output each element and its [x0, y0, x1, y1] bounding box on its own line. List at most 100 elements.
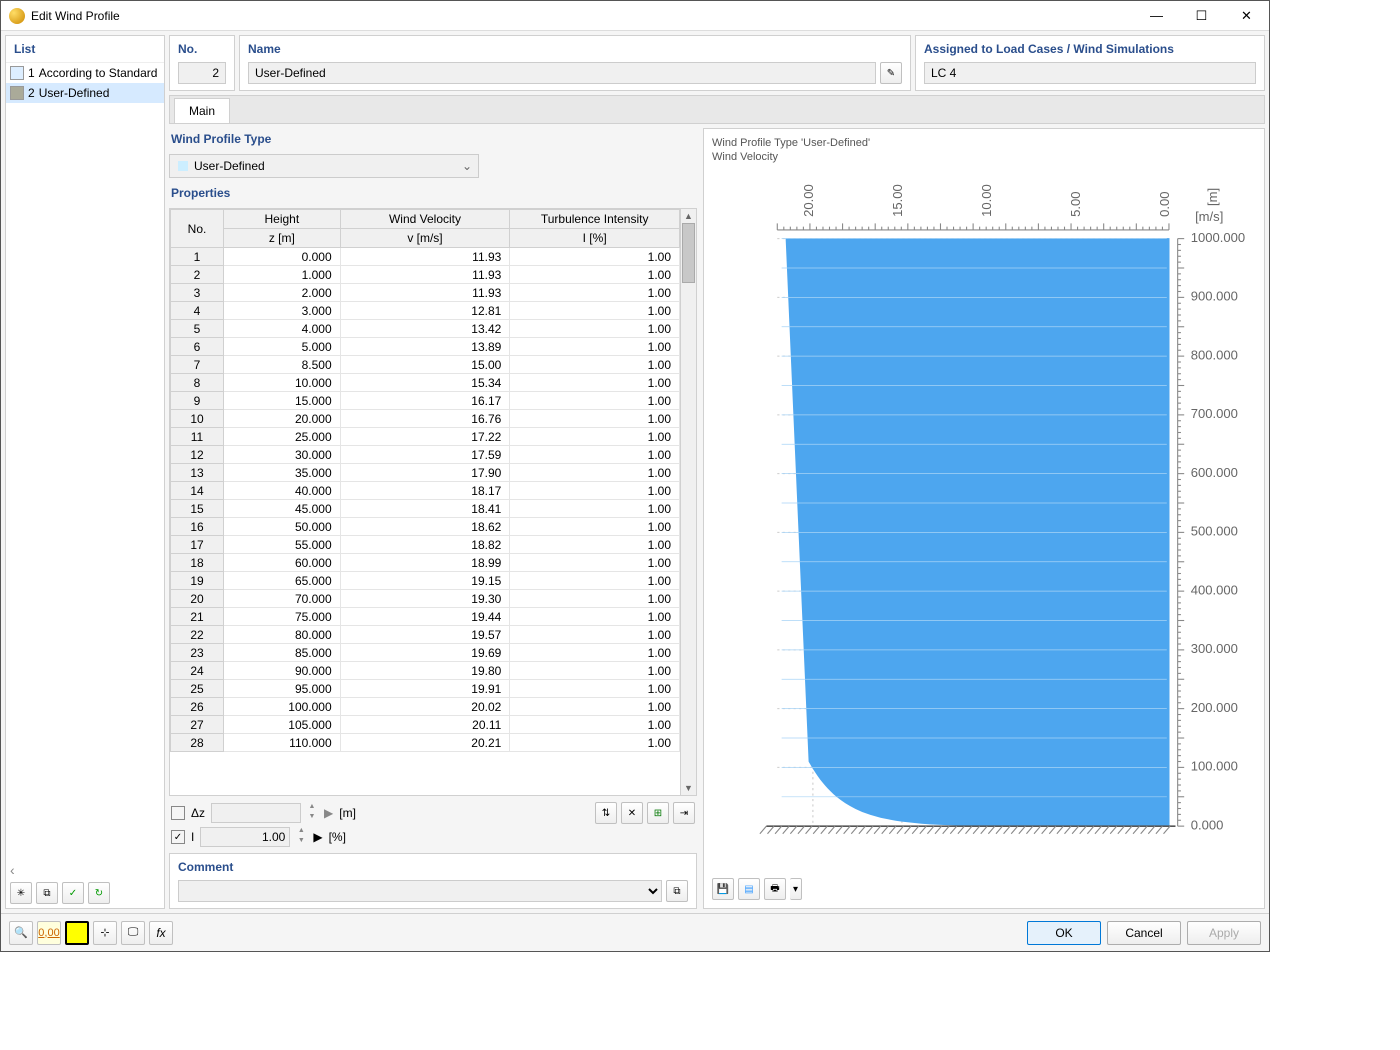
table-row[interactable]: 1650.00018.621.00 — [171, 518, 680, 536]
table-row[interactable]: 32.00011.931.00 — [171, 284, 680, 302]
tab-bar: Main — [169, 95, 1265, 124]
table-row[interactable]: 2385.00019.691.00 — [171, 644, 680, 662]
chart-view-button[interactable]: ▤ — [738, 878, 760, 900]
help-button[interactable]: 🔍 — [9, 921, 33, 945]
tab-main[interactable]: Main — [174, 98, 230, 123]
apply-button[interactable]: Apply — [1187, 921, 1261, 945]
units-button[interactable]: 0,00 — [37, 921, 61, 945]
table-row[interactable]: 27105.00020.111.00 — [171, 716, 680, 734]
chart-title: Wind Profile Type 'User-Defined' — [712, 137, 1256, 149]
table-row[interactable]: 2070.00019.301.00 — [171, 590, 680, 608]
axes-button[interactable]: ⊹ — [93, 921, 117, 945]
table-row[interactable]: 21.00011.931.00 — [171, 266, 680, 284]
table-row[interactable]: 2175.00019.441.00 — [171, 608, 680, 626]
table-row[interactable]: 1020.00016.761.00 — [171, 410, 680, 428]
table-row[interactable]: 1860.00018.991.00 — [171, 554, 680, 572]
table-row[interactable]: 915.00016.171.00 — [171, 392, 680, 410]
svg-text:700.000: 700.000 — [1191, 406, 1238, 421]
properties-table[interactable]: No. Height Wind Velocity Turbulence Inte… — [170, 209, 680, 795]
svg-text:200.000: 200.000 — [1191, 700, 1238, 715]
excel-export-button[interactable]: ⊞ — [647, 802, 669, 824]
no-label: No. — [178, 42, 226, 56]
col-velocity[interactable]: Wind Velocity — [340, 210, 510, 229]
new-item-button[interactable]: ✳ — [10, 882, 32, 904]
wptype-combo[interactable]: User-Defined ⌄ — [169, 154, 479, 178]
chart-subtitle: Wind Velocity — [712, 151, 1256, 163]
app-icon — [9, 8, 25, 24]
scroll-down-icon[interactable]: ▼ — [681, 781, 696, 795]
comment-combo[interactable] — [178, 880, 662, 902]
dz-input[interactable] — [211, 803, 301, 823]
sort-button[interactable]: ⇅ — [595, 802, 617, 824]
table-row[interactable]: 1440.00018.171.00 — [171, 482, 680, 500]
table-row[interactable]: 2490.00019.801.00 — [171, 662, 680, 680]
titlebar: Edit Wind Profile — ☐ ✕ — [1, 1, 1269, 31]
svg-text:800.000: 800.000 — [1191, 347, 1238, 362]
wptype-label: Wind Profile Type — [169, 128, 697, 150]
name-label: Name — [248, 42, 902, 56]
function-button[interactable]: fx — [149, 921, 173, 945]
dz-unit: [m] — [339, 806, 356, 820]
col-turb[interactable]: Turbulence Intensity — [510, 210, 680, 229]
i-input[interactable] — [200, 827, 290, 847]
table-row[interactable]: 1755.00018.821.00 — [171, 536, 680, 554]
cancel-button[interactable]: Cancel — [1107, 921, 1181, 945]
scrollbar-thumb[interactable] — [682, 223, 695, 283]
table-row[interactable]: 43.00012.811.00 — [171, 302, 680, 320]
table-row[interactable]: 810.00015.341.00 — [171, 374, 680, 392]
svg-text:[m/s]: [m/s] — [1195, 209, 1223, 224]
ok-button[interactable]: OK — [1027, 921, 1101, 945]
table-row[interactable]: 2280.00019.571.00 — [171, 626, 680, 644]
name-field-box: Name ✎ — [239, 35, 911, 91]
import-button[interactable]: ⇥ — [673, 802, 695, 824]
table-row[interactable]: 26100.00020.021.00 — [171, 698, 680, 716]
display-button[interactable]: 🖵 — [121, 921, 145, 945]
scroll-left-icon[interactable]: ‹ — [10, 862, 15, 878]
table-row[interactable]: 1965.00019.151.00 — [171, 572, 680, 590]
name-input[interactable] — [248, 62, 876, 84]
refresh-button[interactable]: ↻ — [88, 882, 110, 904]
table-row[interactable]: 65.00013.891.00 — [171, 338, 680, 356]
delete-row-button[interactable]: ✕ — [621, 802, 643, 824]
copy-item-button[interactable]: ⧉ — [36, 882, 58, 904]
table-row[interactable]: 2595.00019.911.00 — [171, 680, 680, 698]
check-button[interactable]: ✓ — [62, 882, 84, 904]
table-scrollbar[interactable]: ▲ ▼ — [680, 209, 696, 795]
dz-checkbox[interactable] — [171, 806, 185, 820]
i-checkbox[interactable]: ✓ — [171, 830, 185, 844]
svg-text:[m]: [m] — [1205, 188, 1220, 206]
no-input[interactable] — [178, 62, 226, 84]
i-label: I — [191, 830, 194, 844]
swatch-icon — [178, 161, 188, 171]
close-button[interactable]: ✕ — [1224, 1, 1269, 30]
table-row[interactable]: 10.00011.931.00 — [171, 248, 680, 266]
scroll-up-icon[interactable]: ▲ — [681, 209, 696, 223]
list-item-2[interactable]: 2User-Defined — [6, 83, 164, 103]
chart-print-menu[interactable]: ▾ — [790, 878, 802, 900]
dz-label: Δz — [191, 806, 205, 820]
maximize-button[interactable]: ☐ — [1179, 1, 1224, 30]
table-row[interactable]: 54.00013.421.00 — [171, 320, 680, 338]
color-button[interactable] — [65, 921, 89, 945]
assign-label: Assigned to Load Cases / Wind Simulation… — [924, 42, 1256, 56]
assign-input[interactable] — [924, 62, 1256, 84]
list-panel: List 1According to Standard2User-Defined… — [5, 35, 165, 909]
table-row[interactable]: 28110.00020.211.00 — [171, 734, 680, 752]
chart-export-button[interactable]: 💾 — [712, 878, 734, 900]
list-header: List — [6, 36, 164, 63]
svg-text:10.00: 10.00 — [979, 184, 994, 217]
table-row[interactable]: 1125.00017.221.00 — [171, 428, 680, 446]
table-row[interactable]: 1545.00018.411.00 — [171, 500, 680, 518]
svg-text:500.000: 500.000 — [1191, 524, 1238, 539]
minimize-button[interactable]: — — [1134, 1, 1179, 30]
col-height[interactable]: Height — [224, 210, 341, 229]
table-row[interactable]: 1230.00017.591.00 — [171, 446, 680, 464]
chart-print-button[interactable]: 🖶 — [764, 878, 786, 900]
comment-pick-button[interactable]: ⧉ — [666, 880, 688, 902]
list-item-1[interactable]: 1According to Standard — [6, 63, 164, 83]
svg-text:20.00: 20.00 — [801, 184, 816, 217]
table-row[interactable]: 1335.00017.901.00 — [171, 464, 680, 482]
col-no[interactable]: No. — [171, 210, 224, 248]
edit-name-button[interactable]: ✎ — [880, 62, 902, 84]
table-row[interactable]: 78.50015.001.00 — [171, 356, 680, 374]
